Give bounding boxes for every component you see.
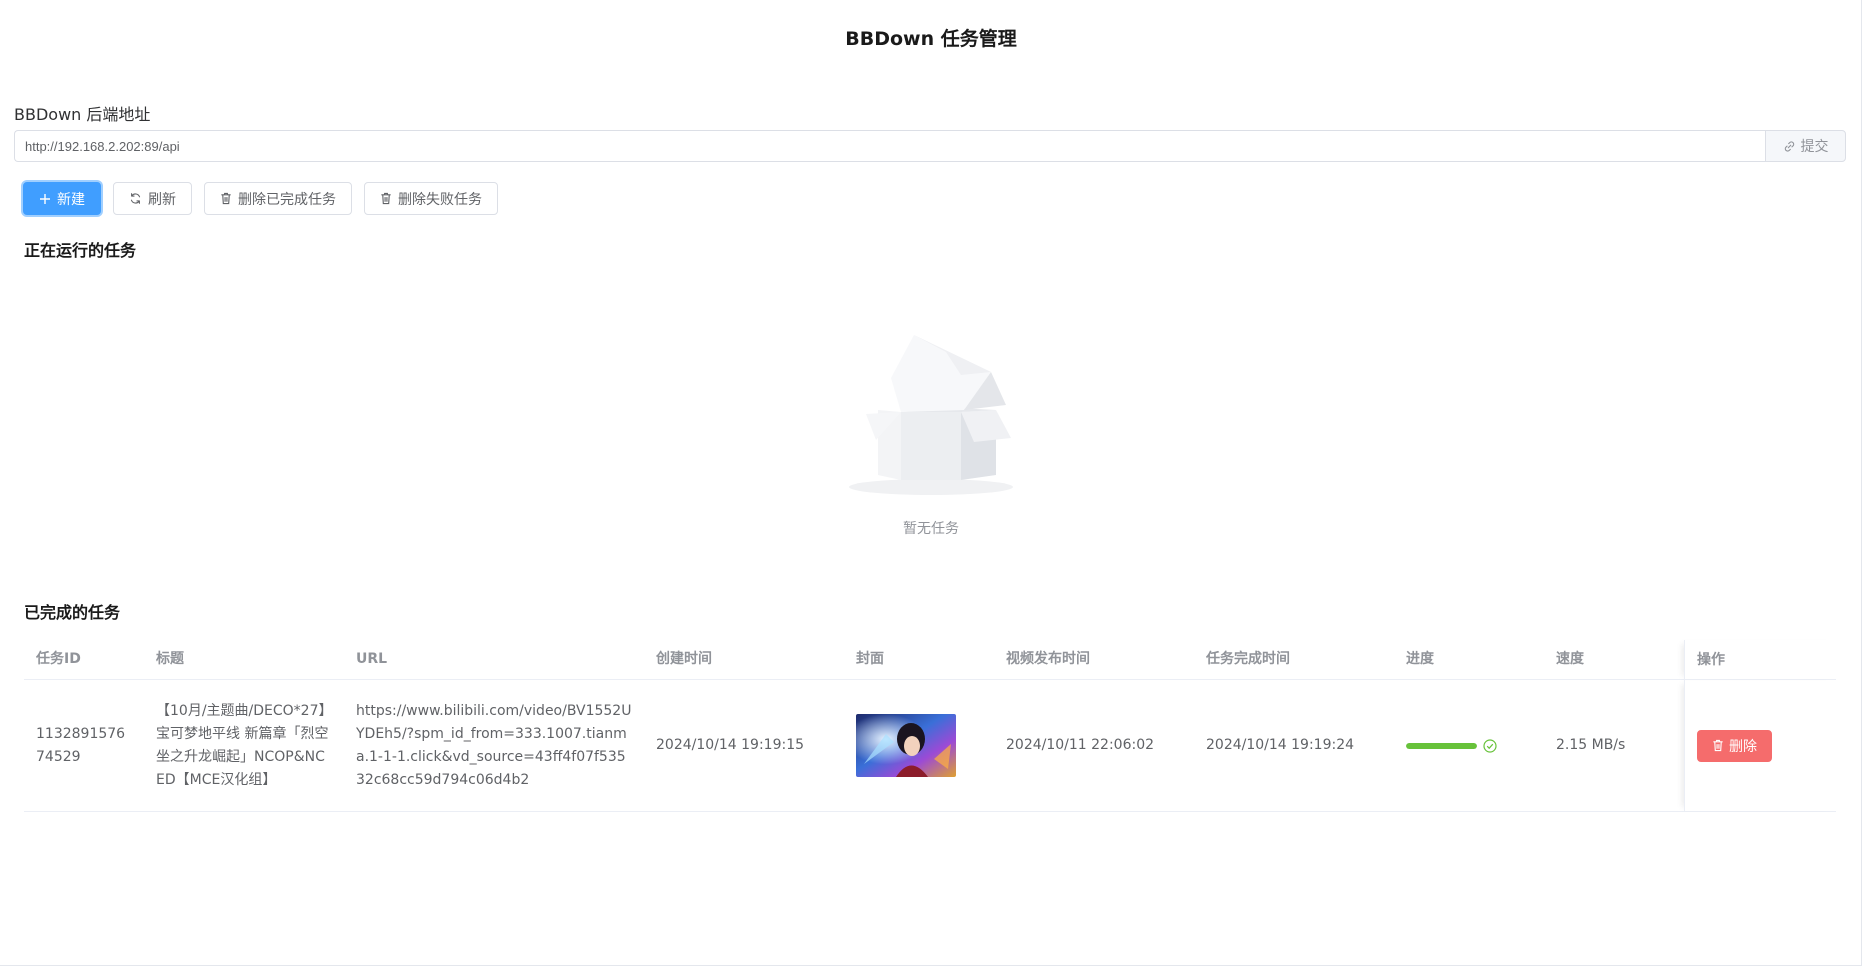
column-header-id: 任务ID — [36, 651, 81, 667]
page-title: BBDown 任务管理 — [845, 28, 1017, 50]
column-header-url: URL — [356, 651, 388, 667]
delete-task-button[interactable]: 删除 — [1697, 729, 1772, 762]
submit-button[interactable]: 提交 — [1765, 130, 1846, 162]
trash-icon — [220, 192, 232, 205]
task-actions: 删除 — [1684, 680, 1836, 811]
delete-failed-button[interactable]: 删除失败任务 — [364, 182, 498, 215]
delete-task-label: 删除 — [1729, 738, 1757, 755]
running-tasks-title: 正在运行的任务 — [24, 241, 137, 260]
refresh-button[interactable]: 刷新 — [113, 182, 192, 215]
column-header-created: 创建时间 — [656, 651, 712, 667]
task-title: 【10月/主题曲/DECO*27】宝可梦地平线 新篇章「烈空坐之升龙崛起」NCO… — [156, 702, 329, 788]
toolbar: 新建 刷新 删除已完成任务 删除失败任务 — [23, 182, 498, 215]
backend-url-input[interactable] — [14, 130, 1765, 162]
new-task-label: 新建 — [57, 191, 85, 208]
app-root: BBDown 任务管理 BBDown 后端地址 提交 新建 刷新 — [0, 0, 1862, 966]
progress-track — [1406, 742, 1477, 749]
table-row: 113289157674529 【10月/主题曲/DECO*27】宝可梦地平线 … — [24, 680, 1836, 812]
empty-text: 暂无任务 — [903, 521, 959, 537]
trash-icon — [1712, 739, 1724, 752]
task-progress — [1394, 738, 1544, 753]
task-id: 113289157674529 — [36, 725, 126, 765]
column-header-finished: 任务完成时间 — [1206, 651, 1290, 667]
table-header: 任务ID 标题 URL 创建时间 封面 视频发布时间 任务完成时间 进度 速度 … — [24, 640, 1836, 680]
success-check-icon — [1483, 738, 1497, 753]
submit-label: 提交 — [1800, 139, 1829, 155]
column-header-title: 标题 — [156, 651, 184, 667]
completed-tasks-table: 任务ID 标题 URL 创建时间 封面 视频发布时间 任务完成时间 进度 速度 … — [24, 640, 1836, 812]
trash-icon — [380, 192, 392, 205]
task-published-time: 2024/10/11 22:06:02 — [1006, 737, 1155, 753]
column-header-speed: 速度 — [1556, 651, 1584, 667]
column-header-progress: 进度 — [1406, 651, 1434, 667]
empty-box-icon — [849, 335, 1013, 495]
empty-state: 暂无任务 — [0, 330, 1862, 538]
backend-url-label: BBDown 后端地址 — [14, 105, 151, 124]
task-speed: 2.15 MB/s — [1556, 737, 1626, 753]
task-cover-cell — [844, 714, 994, 777]
task-finished-time: 2024/10/14 19:19:24 — [1206, 737, 1355, 753]
delete-completed-label: 删除已完成任务 — [238, 191, 336, 208]
refresh-icon — [129, 192, 142, 205]
refresh-label: 刷新 — [148, 191, 176, 208]
task-created-time: 2024/10/14 19:19:15 — [656, 737, 805, 753]
column-header-cover: 封面 — [856, 651, 884, 667]
delete-failed-label: 删除失败任务 — [398, 191, 482, 208]
cover-thumbnail[interactable] — [856, 714, 956, 777]
delete-completed-button[interactable]: 删除已完成任务 — [204, 182, 352, 215]
plus-icon — [39, 193, 51, 205]
backend-url-row: 提交 — [14, 130, 1846, 162]
link-icon — [1783, 140, 1796, 153]
column-header-actions: 操作 — [1684, 640, 1836, 680]
completed-tasks-title: 已完成的任务 — [24, 603, 121, 622]
progress-bar — [1406, 738, 1532, 753]
column-header-published: 视频发布时间 — [1006, 651, 1090, 667]
new-task-button[interactable]: 新建 — [23, 182, 101, 215]
progress-fill — [1406, 742, 1477, 749]
task-url: https://www.bilibili.com/video/BV1552UYD… — [356, 702, 632, 788]
